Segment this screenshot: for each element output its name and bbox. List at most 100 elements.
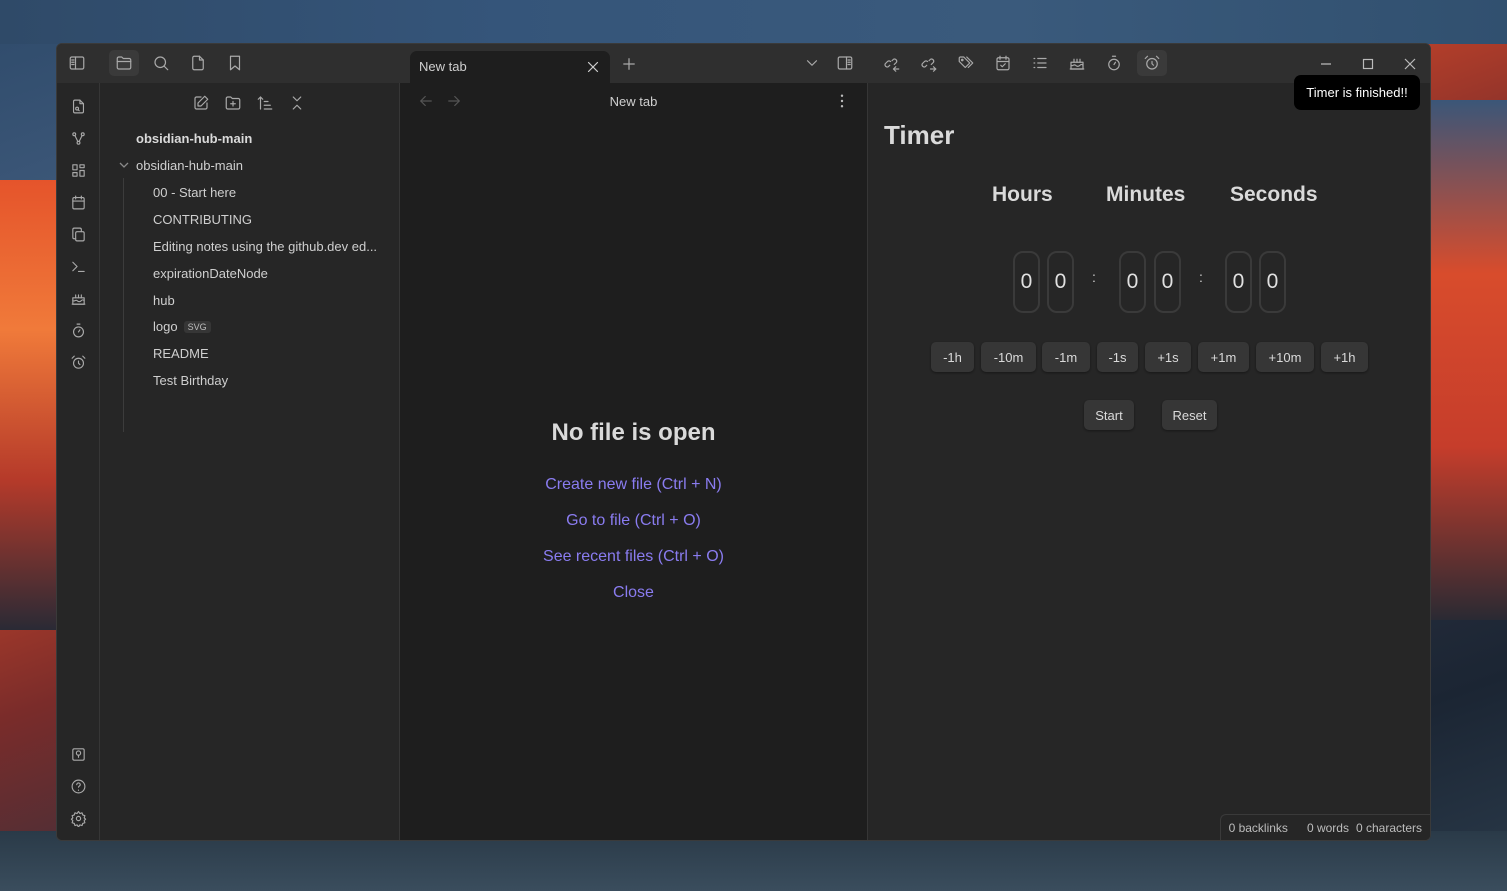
tab-list-chevron-down-icon[interactable] [797, 50, 827, 76]
timer-title: Timer [884, 120, 955, 150]
right-sidebar-toggle-icon[interactable] [830, 50, 860, 76]
folder-chevron-down-icon[interactable] [118, 159, 130, 171]
new-note-icon[interactable] [186, 90, 216, 116]
terminal-icon[interactable] [63, 253, 93, 279]
seconds-tens-digit[interactable]: 0 [1225, 251, 1252, 313]
hours-ones-digit[interactable]: 0 [1047, 251, 1074, 313]
alarm-icon[interactable] [63, 349, 93, 375]
word-count: 0 words [1306, 820, 1349, 835]
more-options-icon[interactable] [827, 88, 857, 114]
tab-label: New tab [419, 59, 467, 74]
file-item[interactable]: Test Birthday [153, 373, 228, 388]
layout-dashboard-icon[interactable] [63, 157, 93, 183]
character-count: 0 characters [1355, 820, 1422, 835]
cake-icon[interactable] [63, 285, 93, 311]
new-tab-plus-icon[interactable] [614, 51, 644, 77]
minutes-tens-digit[interactable]: 0 [1119, 251, 1146, 313]
collapse-all-icon[interactable] [282, 90, 312, 116]
sort-icon[interactable] [250, 90, 280, 116]
alarm-clock-icon[interactable] [1137, 50, 1167, 76]
vault-name[interactable]: obsidian-hub-main [136, 131, 252, 146]
minus-1m-button[interactable]: -1m [1042, 342, 1090, 372]
file-label: README [153, 346, 209, 361]
minus-1h-button[interactable]: -1h [931, 342, 974, 372]
hours-label: Hours [992, 183, 1053, 206]
new-folder-icon[interactable] [218, 90, 248, 116]
file-label: Test Birthday [153, 373, 229, 388]
empty-state-title: No file is open [551, 419, 716, 446]
editor-pane: New tab No file is open Create new file … [400, 83, 868, 840]
file-type-badge: SVG [183, 321, 211, 333]
backlinks-count[interactable]: 0 backlinks [1229, 821, 1288, 835]
minus-10m-button[interactable]: -10m [981, 342, 1036, 372]
go-to-file-link[interactable]: Go to file (Ctrl + O) [400, 512, 867, 530]
outline-list-icon[interactable] [1025, 50, 1055, 76]
view-title: New tab [609, 94, 658, 109]
tree-folder[interactable]: obsidian-hub-main [136, 158, 243, 173]
sidebar-toggle-icon[interactable] [62, 50, 92, 76]
close-link[interactable]: Close [400, 584, 867, 602]
plus-10m-button[interactable]: +10m [1256, 342, 1314, 372]
reset-button[interactable]: Reset [1162, 400, 1217, 430]
file-item[interactable]: Editing notes using the github.dev ed... [153, 239, 377, 254]
help-icon[interactable] [63, 773, 93, 799]
file-item[interactable]: expirationDateNode [153, 266, 268, 281]
tree-indent-guide [123, 178, 124, 432]
file-label: expirationDateNode [153, 266, 268, 281]
notification-toast: Timer is finished!! [1294, 75, 1420, 110]
desktop-wallpaper-right [1427, 100, 1507, 620]
file-item[interactable]: 00 - Start here [153, 185, 236, 200]
file-search-icon[interactable] [63, 93, 93, 119]
search-icon[interactable] [146, 50, 176, 76]
calendar-icon[interactable] [63, 189, 93, 215]
minimize-icon[interactable] [1311, 53, 1341, 75]
see-recent-files-link[interactable]: See recent files (Ctrl + O) [400, 548, 867, 566]
minutes-label: Minutes [1106, 183, 1186, 206]
file-label: CONTRIBUTING [153, 212, 252, 227]
minus-1s-button[interactable]: -1s [1097, 342, 1138, 372]
file-explorer: obsidian-hub-main obsidian-hub-main 00 -… [100, 83, 400, 840]
obsidian-window: New tab obsidian-hub-main obsidian-hub-m… [56, 43, 1431, 841]
file-label: logo [153, 319, 178, 334]
backlinks-icon[interactable] [877, 50, 907, 76]
copy-icon[interactable] [63, 221, 93, 247]
ribbon [57, 83, 100, 840]
tab-new-tab[interactable]: New tab [410, 51, 610, 83]
start-button[interactable]: Start [1084, 400, 1134, 430]
status-bar: 0 backlinks 0 words 0 characters [1219, 814, 1430, 840]
file-label: hub [153, 293, 175, 308]
create-new-file-link[interactable]: Create new file (Ctrl + N) [400, 476, 867, 494]
desktop-wallpaper-top [0, 0, 1507, 44]
seconds-ones-digit[interactable]: 0 [1259, 251, 1286, 313]
file-item[interactable]: logo SVG [153, 319, 211, 334]
tags-icon[interactable] [951, 50, 981, 76]
timer-icon[interactable] [63, 317, 93, 343]
seconds-label: Seconds [1230, 183, 1318, 206]
maximize-icon[interactable] [1353, 53, 1383, 75]
close-tab-icon[interactable] [578, 54, 608, 80]
plus-1m-button[interactable]: +1m [1198, 342, 1249, 372]
outgoing-links-icon[interactable] [914, 50, 944, 76]
file-label: 00 - Start here [153, 185, 237, 200]
timer-pane: Timer Hours Minutes Seconds 0 0 : 0 0 : … [868, 83, 1430, 840]
folder-icon[interactable] [109, 50, 139, 76]
separator: : [1092, 269, 1096, 285]
file-item[interactable]: README [153, 346, 209, 361]
plus-1s-button[interactable]: +1s [1145, 342, 1191, 372]
hours-tens-digit[interactable]: 0 [1013, 251, 1040, 313]
bookmark-icon[interactable] [220, 50, 250, 76]
minutes-ones-digit[interactable]: 0 [1154, 251, 1181, 313]
close-window-icon[interactable] [1395, 53, 1425, 75]
plus-1h-button[interactable]: +1h [1321, 342, 1368, 372]
birthday-cake-icon[interactable] [1062, 50, 1092, 76]
file-item[interactable]: CONTRIBUTING [153, 212, 252, 227]
stopwatch-icon[interactable] [1099, 50, 1129, 76]
file-icon[interactable] [183, 50, 213, 76]
calendar-check-icon[interactable] [988, 50, 1018, 76]
title-bar: New tab [57, 44, 1430, 83]
file-item[interactable]: hub [153, 293, 175, 308]
vault-icon[interactable] [63, 741, 93, 767]
settings-icon[interactable] [63, 805, 93, 831]
graph-icon[interactable] [63, 125, 93, 151]
separator: : [1199, 269, 1203, 285]
